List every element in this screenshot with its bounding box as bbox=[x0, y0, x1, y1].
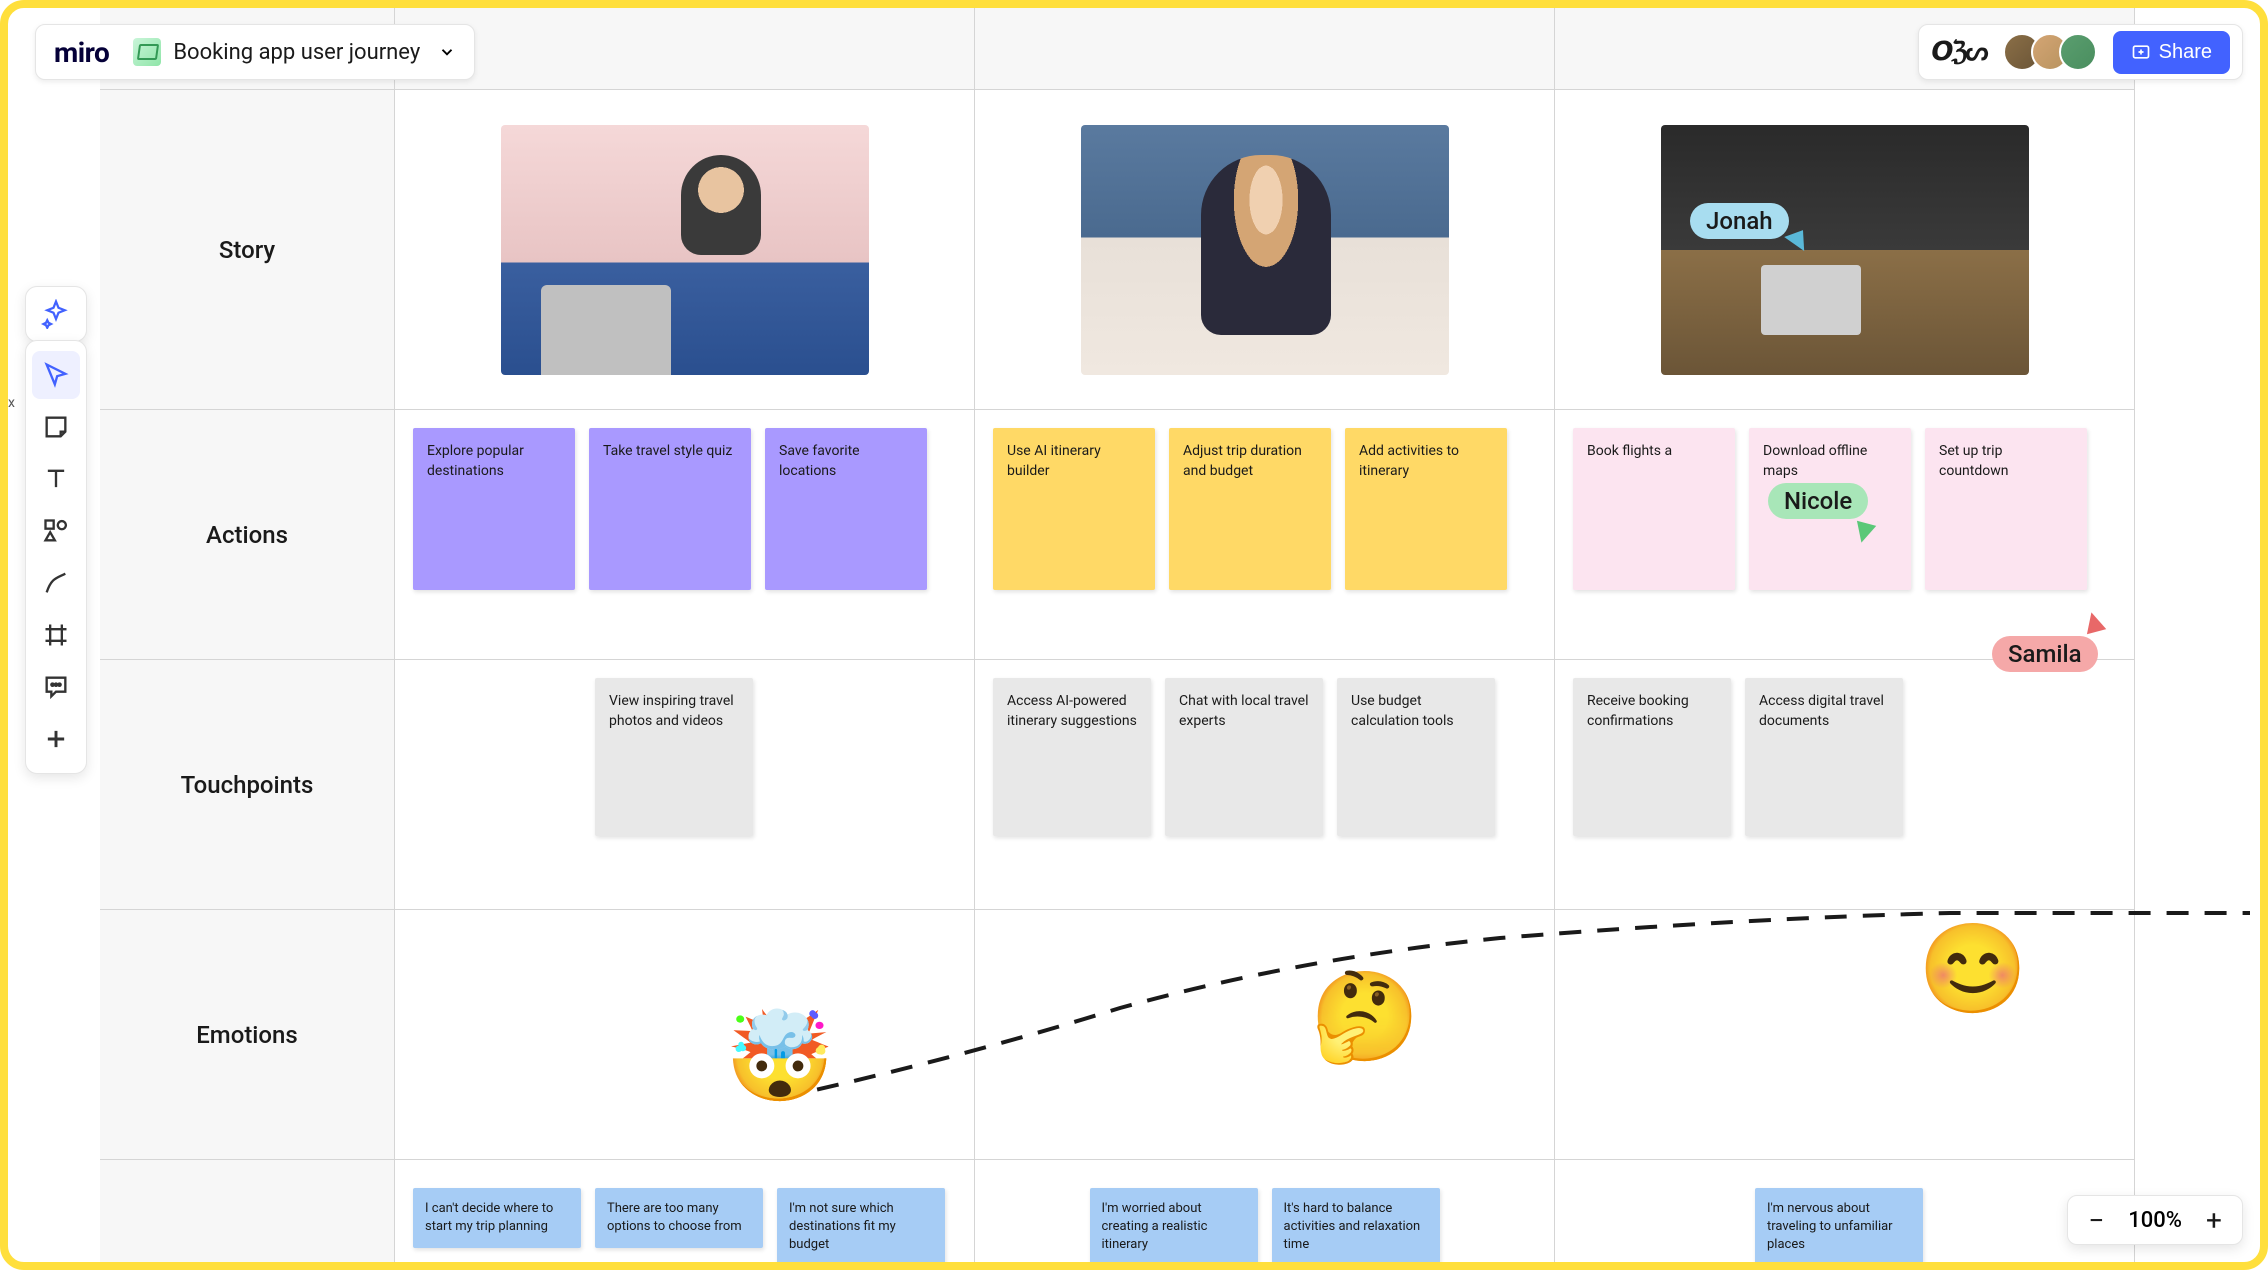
sticky-note[interactable]: Adjust trip duration and budget bbox=[1169, 428, 1331, 590]
sticky-note[interactable]: I can't decide where to start my trip pl… bbox=[413, 1188, 581, 1248]
sticky-note[interactable]: Use budget calculation tools bbox=[1337, 678, 1495, 836]
share-button[interactable]: Share bbox=[2113, 31, 2230, 74]
sticky-note[interactable]: Receive booking confirmations bbox=[1573, 678, 1731, 836]
zoom-in-button[interactable]: + bbox=[2200, 1206, 2228, 1234]
emoji-thinking[interactable]: 🤔 bbox=[1310, 966, 1420, 1069]
text-tool[interactable] bbox=[32, 455, 80, 503]
sticky-note[interactable]: Book flights a bbox=[1573, 428, 1735, 590]
sticky-note[interactable]: Use AI itinerary builder bbox=[993, 428, 1155, 590]
shapes-tool[interactable] bbox=[32, 507, 80, 555]
miro-logo: miro bbox=[54, 36, 109, 69]
story-cell-1[interactable] bbox=[395, 90, 975, 410]
sticky-note[interactable]: Set up trip countdown bbox=[1925, 428, 2087, 590]
emoji-overwhelmed[interactable]: 🤯 bbox=[725, 1006, 835, 1109]
story-cell-3[interactable] bbox=[1555, 90, 2135, 410]
sticky-note[interactable]: Save favorite locations bbox=[765, 428, 927, 590]
ai-tool[interactable] bbox=[25, 286, 87, 342]
frame-tool[interactable] bbox=[32, 611, 80, 659]
pain-cell-1[interactable]: I can't decide where to start my trip pl… bbox=[395, 1160, 975, 1262]
actions-cell-1[interactable]: Explore popular destinations Take travel… bbox=[395, 410, 975, 660]
sticky-note[interactable]: Explore popular destinations bbox=[413, 428, 575, 590]
canvas[interactable]: Story Actions Explore popular destinatio… bbox=[100, 8, 2260, 1262]
share-icon bbox=[2131, 42, 2151, 62]
row-label-actions: Actions bbox=[100, 410, 395, 660]
row-label-story: Story bbox=[100, 90, 395, 410]
board-name[interactable]: Booking app user journey bbox=[173, 40, 420, 65]
more-tool[interactable] bbox=[32, 715, 80, 763]
story-image[interactable] bbox=[1661, 125, 2029, 375]
stray-x: x bbox=[8, 395, 15, 411]
row-label-emotions: Emotions bbox=[100, 910, 395, 1160]
sticky-note[interactable]: Add activities to itinerary bbox=[1345, 428, 1507, 590]
left-toolbar bbox=[25, 340, 87, 774]
sticky-note[interactable]: I'm worried about creating a realistic i… bbox=[1090, 1188, 1258, 1262]
emoji-happy[interactable]: 😊 bbox=[1918, 918, 2028, 1021]
sticky-note[interactable]: Chat with local travel experts bbox=[1165, 678, 1323, 836]
board-icon bbox=[133, 38, 161, 66]
comment-tool[interactable] bbox=[32, 663, 80, 711]
zoom-control: − 100% + bbox=[2067, 1195, 2243, 1245]
pain-cell-2[interactable]: I'm worried about creating a realistic i… bbox=[975, 1160, 1555, 1262]
share-label: Share bbox=[2159, 41, 2212, 64]
select-tool[interactable] bbox=[32, 351, 80, 399]
sticky-note[interactable]: Take travel style quiz bbox=[589, 428, 751, 590]
avatar[interactable] bbox=[2059, 33, 2097, 71]
pain-cell-3[interactable]: I'm nervous about traveling to unfamilia… bbox=[1555, 1160, 2135, 1262]
sticky-tool[interactable] bbox=[32, 403, 80, 451]
chevron-down-icon[interactable] bbox=[438, 43, 456, 61]
sticky-note[interactable]: There are too many options to choose fro… bbox=[595, 1188, 763, 1248]
cursor-jonah: Jonah bbox=[1690, 203, 1789, 239]
story-cell-2[interactable] bbox=[975, 90, 1555, 410]
touchpoints-cell-1[interactable]: View inspiring travel photos and videos bbox=[395, 660, 975, 910]
header-right: 𝙊ℨᔕ Share bbox=[1918, 24, 2243, 80]
row-label-pain bbox=[100, 1160, 395, 1262]
row-label-touchpoints: Touchpoints bbox=[100, 660, 395, 910]
sticky-note[interactable]: It's hard to balance activities and rela… bbox=[1272, 1188, 1440, 1262]
actions-cell-3[interactable]: Book flights a Download offline maps Set… bbox=[1555, 410, 2135, 660]
touchpoints-cell-3[interactable]: Receive booking confirmations Access dig… bbox=[1555, 660, 2135, 910]
sticky-note[interactable]: I'm not sure which destinations fit my b… bbox=[777, 1188, 945, 1262]
zoom-out-button[interactable]: − bbox=[2082, 1206, 2110, 1234]
sticky-note[interactable]: I'm nervous about traveling to unfamilia… bbox=[1755, 1188, 1923, 1262]
sticky-note[interactable]: Access AI-powered itinerary suggestions bbox=[993, 678, 1151, 836]
touchpoints-cell-2[interactable]: Access AI-powered itinerary suggestions … bbox=[975, 660, 1555, 910]
app-header: miro Booking app user journey 𝙊ℨᔕ Share bbox=[35, 22, 2243, 82]
collaborator-avatars[interactable] bbox=[2003, 33, 2097, 71]
story-image[interactable] bbox=[1081, 125, 1449, 375]
story-image[interactable] bbox=[501, 125, 869, 375]
zoom-level[interactable]: 100% bbox=[2128, 1208, 2182, 1233]
actions-cell-2[interactable]: Use AI itinerary builder Adjust trip dur… bbox=[975, 410, 1555, 660]
cursor-samila: Samila bbox=[1992, 636, 2098, 672]
board-title-bar[interactable]: miro Booking app user journey bbox=[35, 24, 475, 80]
sticky-note[interactable]: Access digital travel documents bbox=[1745, 678, 1903, 836]
activity-icon[interactable]: 𝙊ℨᔕ bbox=[1931, 37, 1986, 67]
sticky-note[interactable]: View inspiring travel photos and videos bbox=[595, 678, 753, 836]
pen-tool[interactable] bbox=[32, 559, 80, 607]
cursor-nicole: Nicole bbox=[1768, 483, 1868, 519]
